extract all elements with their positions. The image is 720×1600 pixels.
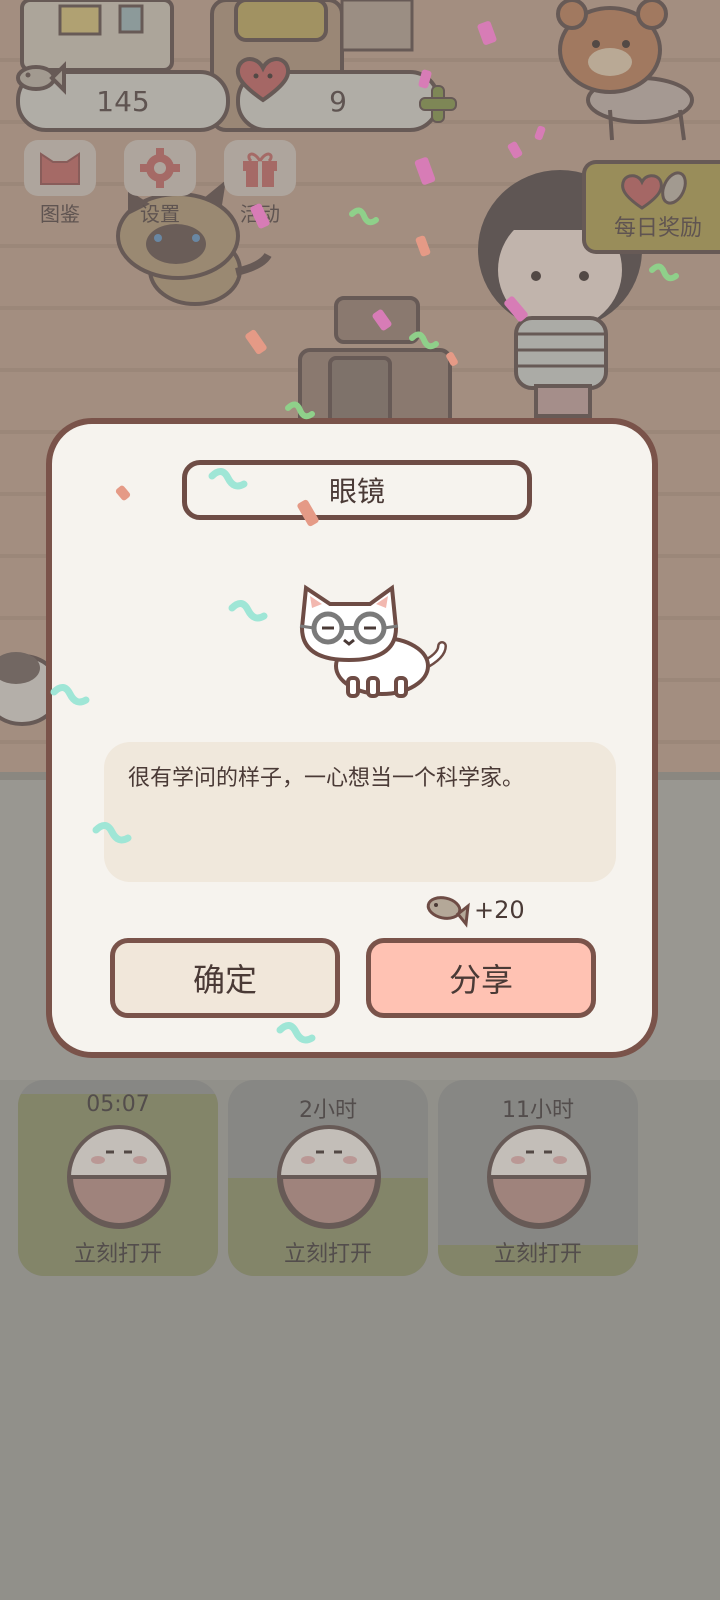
dialog-title-text: 眼镜 xyxy=(328,475,385,508)
reward-amount: +20 xyxy=(474,896,525,924)
fish-icon xyxy=(426,896,470,928)
cat-description: 很有学问的样子，一心想当一个科学家。 xyxy=(128,766,525,791)
dialog-title: 眼镜 xyxy=(182,460,532,520)
share-button[interactable]: 分享 xyxy=(366,938,596,1018)
share-button-label: 分享 xyxy=(448,961,513,999)
confirm-button-label: 确定 xyxy=(192,961,257,999)
confirm-button[interactable]: 确定 xyxy=(110,938,340,1018)
description-box: 很有学问的样子，一心想当一个科学家。 xyxy=(104,742,616,882)
glasses-cat-illustration xyxy=(299,584,447,698)
reward-row: +20 xyxy=(424,890,525,930)
cat-unlock-dialog: 眼镜 很有学问的样子，一心想当一个科学家。 +20 确定 分享 xyxy=(46,418,658,1058)
